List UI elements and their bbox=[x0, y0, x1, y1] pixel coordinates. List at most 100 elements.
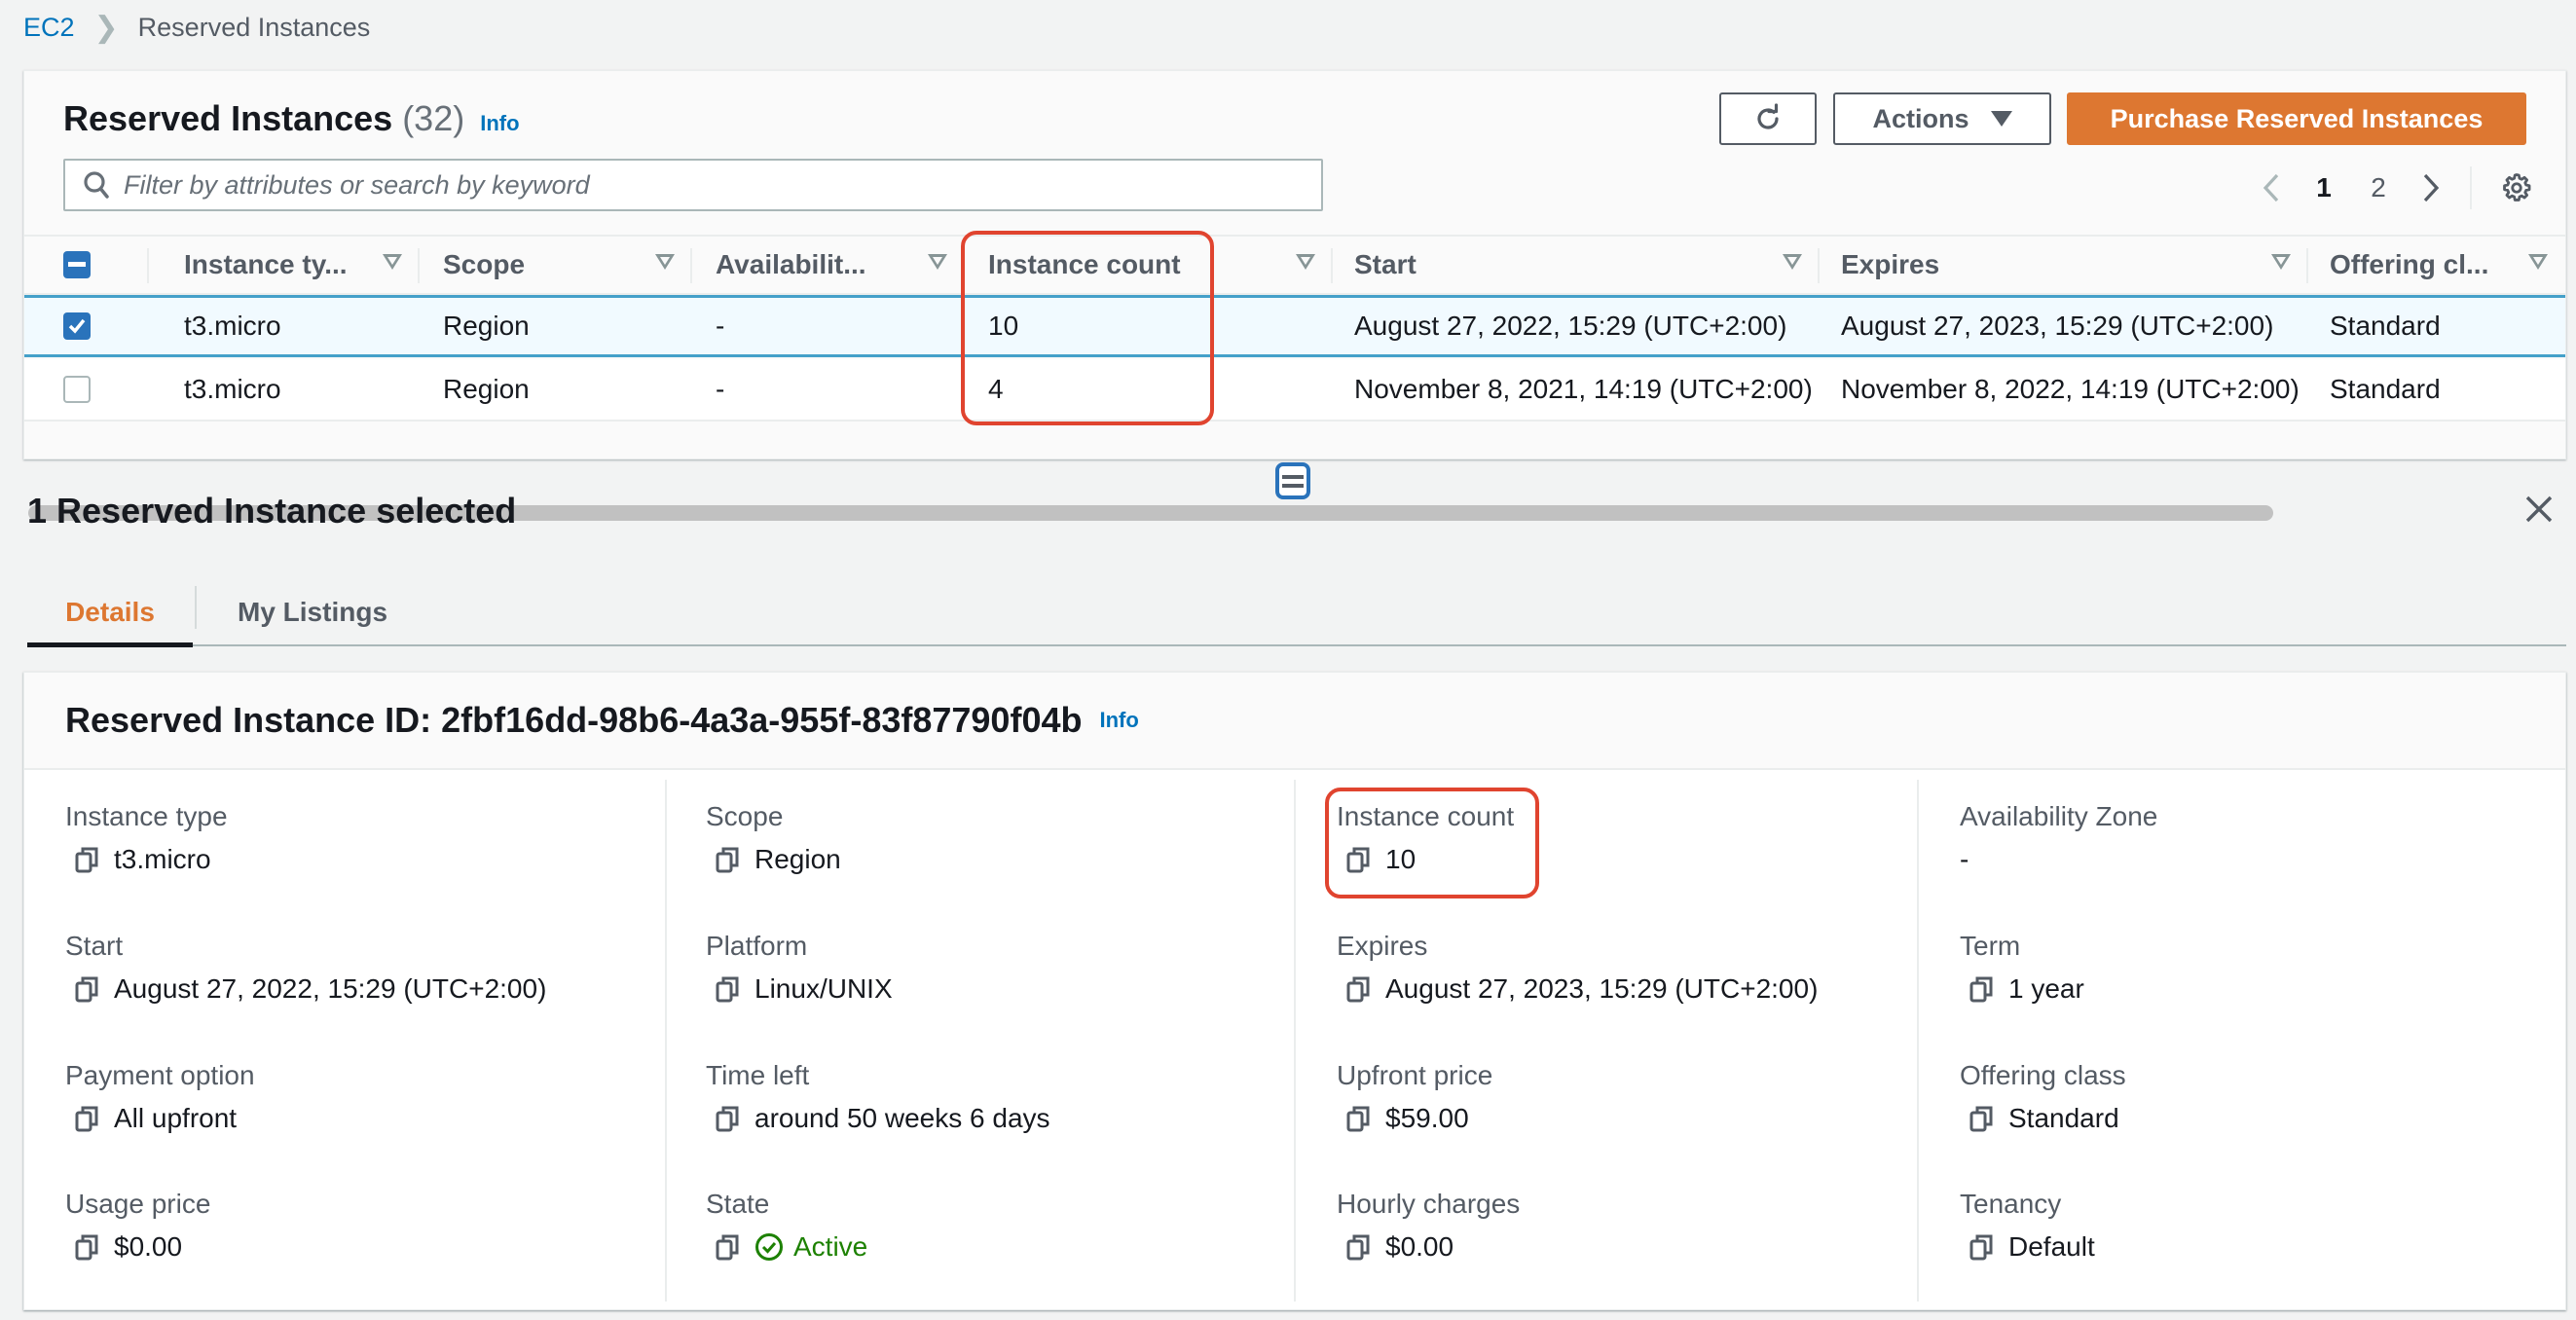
field-value: August 27, 2022, 15:29 (UTC+2:00) bbox=[114, 973, 547, 1004]
field-label: Instance count bbox=[1337, 801, 1515, 831]
details-column-2: Scope Region Platform Linux/UNIX Time le… bbox=[665, 780, 1288, 1302]
column-label: Start bbox=[1354, 249, 1417, 279]
copy-icon[interactable] bbox=[1969, 975, 1995, 1003]
info-link[interactable]: Info bbox=[480, 111, 519, 136]
breadcrumb-current: Reserved Instances bbox=[137, 12, 371, 42]
copy-icon[interactable] bbox=[75, 1233, 100, 1261]
search-icon bbox=[84, 171, 109, 199]
copy-icon[interactable] bbox=[1346, 1233, 1372, 1261]
copy-icon[interactable] bbox=[716, 1233, 741, 1261]
cell-availability-zone: - bbox=[716, 374, 725, 404]
copy-icon[interactable] bbox=[75, 1105, 100, 1132]
chevron-right-icon: ❯ bbox=[93, 11, 119, 44]
table-row[interactable]: t3.micro Region - 4 November 8, 2021, 14… bbox=[24, 359, 2565, 422]
preferences-button[interactable] bbox=[2491, 171, 2542, 204]
actions-dropdown-button[interactable]: Actions bbox=[1833, 92, 2051, 145]
field-label: Scope bbox=[706, 801, 784, 831]
gear-icon bbox=[2503, 173, 2531, 202]
field-payment-option: Payment option All upfront bbox=[65, 1060, 255, 1134]
field-value: Region bbox=[754, 844, 841, 874]
details-header: Reserved Instance ID: 2fbf16dd-98b6-4a3a… bbox=[24, 673, 2565, 770]
cell-expires: August 27, 2023, 15:29 (UTC+2:00) bbox=[1841, 311, 2274, 341]
field-offering-class: Offering class Standard bbox=[1960, 1060, 2126, 1134]
actions-label: Actions bbox=[1872, 103, 1969, 133]
copy-icon[interactable] bbox=[75, 975, 100, 1003]
row-checkbox[interactable] bbox=[63, 376, 91, 403]
field-platform: Platform Linux/UNIX bbox=[706, 931, 893, 1005]
field-scope: Scope Region bbox=[706, 801, 841, 875]
column-header-availability-zone[interactable]: Availabilit... bbox=[692, 237, 965, 293]
row-checkbox[interactable] bbox=[63, 312, 91, 340]
purchase-reserved-instances-button[interactable]: Purchase Reserved Instances bbox=[2067, 92, 2526, 145]
table-row[interactable]: t3.micro Region - 10 August 27, 2022, 15… bbox=[24, 295, 2565, 357]
reserved-instances-table-container: Reserved Instances (32) Info Actions Pur… bbox=[23, 70, 2566, 521]
column-label: Instance count bbox=[988, 249, 1181, 279]
sort-icon[interactable] bbox=[2271, 254, 2291, 270]
filter-search-field[interactable] bbox=[63, 159, 1323, 211]
column-label: Expires bbox=[1841, 249, 1940, 279]
field-value: 1 year bbox=[2008, 973, 2084, 1004]
field-expires: Expires August 27, 2023, 15:29 (UTC+2:00… bbox=[1337, 931, 1818, 1005]
minus-icon bbox=[68, 262, 86, 267]
copy-icon[interactable] bbox=[716, 975, 741, 1003]
close-split-panel-button[interactable] bbox=[2521, 492, 2557, 527]
cell-scope: Region bbox=[443, 374, 530, 404]
column-header-expires[interactable]: Expires bbox=[1820, 237, 2308, 293]
purchase-label: Purchase Reserved Instances bbox=[2110, 103, 2484, 133]
tab-my-listings[interactable]: My Listings bbox=[238, 580, 387, 644]
tab-divider bbox=[195, 586, 197, 629]
column-divider bbox=[147, 248, 149, 283]
field-label: Start bbox=[65, 931, 124, 961]
column-header-instance-type[interactable]: Instance ty... bbox=[161, 237, 420, 293]
copy-icon[interactable] bbox=[1346, 846, 1372, 873]
column-header-offering-class[interactable]: Offering cl... bbox=[2308, 237, 2565, 293]
copy-icon[interactable] bbox=[1969, 1105, 1995, 1132]
field-value: Linux/UNIX bbox=[754, 973, 893, 1004]
field-usage-price: Usage price $0.00 bbox=[65, 1189, 210, 1263]
field-start: Start August 27, 2022, 15:29 (UTC+2:00) bbox=[65, 931, 546, 1005]
sort-icon[interactable] bbox=[1783, 254, 1802, 270]
column-header-instance-count[interactable]: Instance count bbox=[965, 237, 1333, 293]
field-value: $0.00 bbox=[114, 1231, 183, 1262]
field-value: $0.00 bbox=[1385, 1231, 1454, 1262]
cell-expires: November 8, 2022, 14:19 (UTC+2:00) bbox=[1841, 374, 2300, 404]
refresh-icon bbox=[1757, 103, 1779, 129]
cell-offering-class: Standard bbox=[2330, 311, 2441, 341]
copy-icon[interactable] bbox=[716, 846, 741, 873]
field-value: Active bbox=[793, 1231, 868, 1262]
field-label: Payment option bbox=[65, 1060, 255, 1090]
instance-count-badge: (32) bbox=[402, 98, 465, 138]
split-panel-resize-handle[interactable] bbox=[1275, 462, 1310, 499]
tab-details[interactable]: Details bbox=[27, 580, 193, 647]
copy-icon[interactable] bbox=[1346, 1105, 1372, 1132]
page-1-button[interactable]: 1 bbox=[2297, 172, 2351, 203]
sort-icon[interactable] bbox=[1296, 254, 1315, 270]
column-label: Scope bbox=[443, 249, 526, 279]
field-value: All upfront bbox=[114, 1103, 238, 1133]
breadcrumb-ec2-link[interactable]: EC2 bbox=[23, 13, 75, 43]
cell-instance-type: t3.micro bbox=[184, 374, 281, 404]
next-page-button[interactable] bbox=[2406, 172, 2456, 203]
field-value: $59.00 bbox=[1385, 1103, 1469, 1133]
search-input[interactable] bbox=[124, 169, 1292, 201]
select-all-checkbox[interactable] bbox=[63, 251, 91, 278]
copy-icon[interactable] bbox=[716, 1105, 741, 1132]
sort-icon[interactable] bbox=[928, 254, 947, 270]
page-2-button[interactable]: 2 bbox=[2351, 172, 2406, 203]
status-success-icon bbox=[755, 1233, 783, 1261]
sort-icon[interactable] bbox=[383, 254, 402, 270]
copy-icon[interactable] bbox=[1346, 975, 1372, 1003]
copy-icon[interactable] bbox=[75, 846, 100, 873]
split-panel-title: 1 Reserved Instance selected bbox=[27, 491, 517, 531]
field-label: Time left bbox=[706, 1060, 810, 1090]
sort-icon[interactable] bbox=[655, 254, 675, 270]
refresh-button[interactable] bbox=[1719, 92, 1817, 145]
sort-icon[interactable] bbox=[2528, 254, 2548, 270]
field-value: Default bbox=[2008, 1231, 2095, 1262]
details-column-3: Instance count 10 Expires August 27, 202… bbox=[1294, 780, 1917, 1302]
details-info-link[interactable]: Info bbox=[1099, 708, 1138, 733]
copy-icon[interactable] bbox=[1969, 1233, 1995, 1261]
previous-page-button[interactable] bbox=[2246, 172, 2297, 203]
column-header-scope[interactable]: Scope bbox=[420, 237, 692, 293]
column-header-start[interactable]: Start bbox=[1333, 237, 1820, 293]
